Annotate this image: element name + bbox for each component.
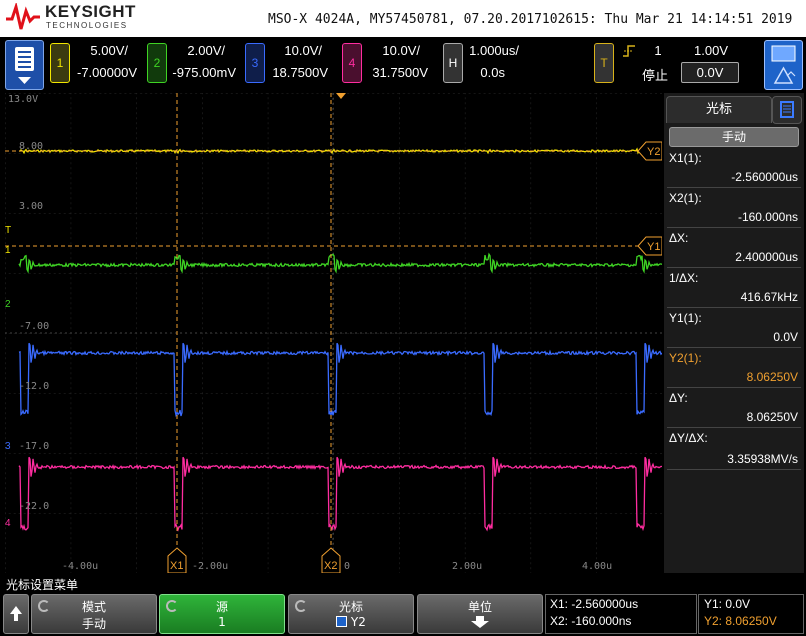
time-label-0: 0 (344, 561, 351, 572)
y1-value: 0.0V (773, 330, 798, 344)
delta-y-label: ΔY: (669, 391, 688, 405)
arrow-up-icon (10, 606, 22, 621)
time-label-4u: 4.00u (582, 561, 613, 572)
keysight-wave-logo-icon (6, 3, 40, 30)
arrow-down-icon (471, 616, 489, 628)
channel-4-offset: 31.7500V (372, 65, 428, 80)
screen-tools-button[interactable] (764, 40, 803, 90)
brand-name: KEYSIGHT (45, 2, 136, 21)
ref-label-13: 13.0V (8, 94, 39, 105)
softkey-mode-label: 模式 (81, 600, 106, 614)
trigger-level: 1.00V (694, 43, 728, 58)
svg-text:X1: X1 (170, 560, 183, 572)
instrument-info: MSO-X 4024A, MY57450781, 07.20.201710261… (268, 12, 793, 27)
divider (667, 387, 801, 388)
softkey-mode-value: 手动 (81, 617, 106, 631)
delta-y-value: 8.06250V (746, 410, 798, 424)
divider (667, 187, 801, 188)
time-label-2u: 2.00u (452, 561, 483, 572)
channel-1-ground-marker: 1 (5, 245, 11, 256)
brand-subtitle: TECHNOLOGIES (46, 21, 128, 30)
readout-x2: X2: -160.000ns (550, 614, 632, 628)
channel-3-scale: 10.0V/ (284, 43, 322, 58)
slope-value: 3.35938MV/s (727, 452, 798, 466)
softkey-cursor-button[interactable]: 光标 Y2 (288, 594, 414, 634)
divider (667, 307, 801, 308)
softkey-menu-title: 光标设置菜单 (6, 578, 79, 592)
x2-label: X2(1): (669, 191, 702, 205)
softkey-mode-button[interactable]: 模式 手动 (31, 594, 157, 634)
time-label-minus-2u: -2.00u (192, 561, 229, 572)
readout-x1: X1: -2.560000us (550, 597, 639, 611)
channel-4-scale: 10.0V/ (382, 43, 420, 58)
horizontal-button[interactable]: H (443, 43, 463, 83)
menu-list-icon (15, 47, 34, 84)
divider (667, 227, 801, 228)
x2-value: -160.000ns (737, 210, 798, 224)
delta-x-value: 2.400000us (735, 250, 798, 264)
trigger-channel: 1 (654, 43, 662, 58)
list-icon (780, 101, 794, 118)
divider (667, 347, 801, 348)
svg-text:Y2: Y2 (647, 146, 660, 158)
channel-2-scale: 2.00V/ (187, 43, 225, 58)
y2-label: Y2(1): (669, 351, 702, 365)
tab-cursors[interactable]: 光标 (666, 96, 772, 123)
tab-list[interactable] (772, 96, 802, 124)
divider (667, 427, 801, 428)
channel-2-ground-marker: 2 (5, 299, 11, 310)
screenshot-delta-icon (771, 45, 796, 84)
softkey-cursor-label: 光标 (338, 600, 363, 614)
horizontal-delay: 0.0s (480, 65, 505, 80)
softkey-source-button[interactable]: 源 1 (159, 594, 285, 634)
svg-text:Y1: Y1 (647, 241, 660, 253)
acquisition-status: 停止 (641, 68, 668, 83)
ref-label-8: 8.00 (19, 141, 44, 152)
trigger-edge-icon (623, 45, 635, 57)
trigger-level-field[interactable]: 0.0V (681, 62, 739, 83)
channel-4-ground-marker: 4 (5, 518, 11, 529)
waveform-display[interactable]: Y2 Y1 X1 X2 T 1 2 3 4 (5, 93, 662, 573)
y1-label: Y1(1): (669, 311, 702, 325)
readout-y1: Y1: 0.0V (704, 597, 751, 611)
inverse-delta-x-label: 1/ΔX: (669, 271, 699, 285)
ref-label-minus-12: -12.0 (19, 381, 50, 392)
main-menu-button[interactable] (5, 40, 44, 90)
delta-x-label: ΔX: (669, 231, 689, 245)
inverse-delta-x-value: 416.67kHz (740, 290, 798, 304)
checkbox-icon (336, 616, 348, 627)
x1-value: -2.560000us (731, 170, 798, 184)
softkey-units-button[interactable]: 单位 (417, 594, 543, 634)
channel-1-scale: 5.00V/ (90, 43, 128, 58)
time-label-minus-4u: -4.00u (62, 561, 99, 572)
x1-label: X1(1): (669, 151, 702, 165)
divider (667, 469, 801, 470)
channel-2-offset: -975.00mV (172, 65, 236, 80)
channel-1-offset: -7.00000V (77, 65, 137, 80)
svg-text:X2: X2 (324, 560, 337, 572)
y2-value: 8.06250V (746, 370, 798, 384)
readout-y2: Y2: 8.06250V (704, 614, 777, 628)
softkey-cursor-value-row: Y2 (289, 615, 413, 629)
divider (667, 267, 801, 268)
ref-label-minus-7: -7.00 (19, 321, 50, 332)
softkey-back-button[interactable] (3, 594, 29, 634)
ref-label-3: 3.00 (19, 201, 44, 212)
channel-3-ground-marker: 3 (5, 441, 11, 452)
horizontal-scale: 1.000us/ (469, 43, 519, 58)
softkey-units-label: 单位 (467, 600, 492, 614)
trigger-level-marker: T (5, 225, 11, 236)
softkey-source-value: 1 (218, 615, 226, 629)
ref-label-minus-22: -22.0 (19, 501, 50, 512)
softkey-cursor-value: Y2 (350, 615, 366, 629)
softkey-source-label: 源 (215, 600, 228, 614)
slope-label: ΔY/ΔX: (669, 431, 708, 445)
cursor-mode-button[interactable]: 手动 (669, 127, 799, 147)
channel-3-offset: 18.7500V (272, 65, 328, 80)
ref-label-minus-17: -17.0 (19, 441, 50, 452)
trigger-button[interactable]: T (594, 43, 614, 83)
